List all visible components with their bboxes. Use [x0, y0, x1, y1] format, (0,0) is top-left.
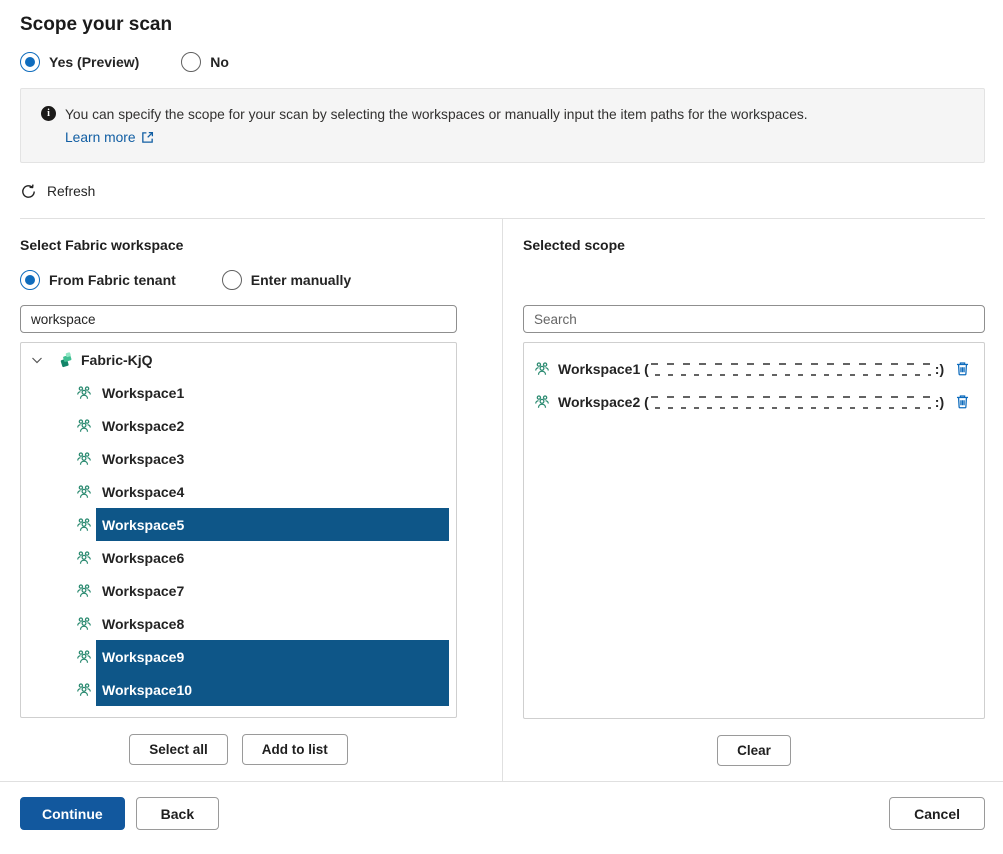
clear-button[interactable]: Clear [717, 735, 791, 766]
footer-bar: Continue Back Cancel [0, 781, 1003, 838]
workspace-group-icon [76, 649, 92, 665]
tree-item-label: Workspace5 [102, 517, 184, 533]
radio-no[interactable]: No [181, 52, 229, 72]
radio-from-fabric-tenant[interactable]: From Fabric tenant [20, 270, 176, 290]
tree-item-workspace4[interactable]: Workspace4 [21, 475, 456, 508]
workspace-group-icon [76, 451, 92, 467]
tree-item-label: Workspace2 [102, 418, 184, 434]
tree-item-workspace8[interactable]: Workspace8 [21, 607, 456, 640]
workspace-group-icon [76, 484, 92, 500]
left-panel-actions: Select all Add to list [20, 734, 457, 765]
tree-item-label: Workspace6 [102, 550, 184, 566]
tree-item-label: Workspace10 [102, 682, 192, 698]
redacted-workspace-id [651, 396, 933, 409]
workspace-tree: Fabric-KjQ Workspace1 Workspace2 Workspa… [20, 342, 457, 718]
radio-unselected-icon [222, 270, 242, 290]
learn-more-label: Learn more [65, 126, 136, 149]
radio-enter-manually[interactable]: Enter manually [222, 270, 351, 290]
learn-more-link[interactable]: Learn more [65, 126, 154, 149]
workspace-group-icon [534, 361, 550, 377]
workspace-group-icon [76, 385, 92, 401]
tree-item-label: Workspace1 [102, 385, 184, 401]
workspace-source-group: From Fabric tenant Enter manually [20, 270, 457, 290]
selected-scope-item-label: Workspace2 (:) [558, 394, 944, 410]
right-panel-heading: Selected scope [523, 237, 985, 253]
refresh-label: Refresh [47, 184, 95, 199]
radio-selected-icon [20, 270, 40, 290]
tree-item-label: Workspace4 [102, 484, 184, 500]
radio-yes-label: Yes (Preview) [49, 54, 139, 70]
redacted-workspace-id [651, 363, 933, 376]
refresh-button[interactable]: Refresh [20, 183, 95, 200]
workspace-group-icon [76, 682, 92, 698]
info-banner-message: You can specify the scope for your scan … [65, 103, 808, 126]
tree-root-fabric-tenant[interactable]: Fabric-KjQ [21, 343, 456, 376]
tree-item-workspace6[interactable]: Workspace6 [21, 541, 456, 574]
fabric-logo-icon [58, 352, 74, 368]
workspace-filter-input[interactable] [20, 305, 457, 333]
tree-item-workspace7[interactable]: Workspace7 [21, 574, 456, 607]
selected-scope-list: Workspace1 (:) Workspace2 (:) [523, 342, 985, 719]
selected-scope-panel: Selected scope Workspace1 (:) [503, 219, 985, 781]
selected-scope-item-workspace1[interactable]: Workspace1 (:) [524, 352, 984, 385]
radio-unselected-icon [181, 52, 201, 72]
workspace-group-icon [76, 517, 92, 533]
radio-yes-preview[interactable]: Yes (Preview) [20, 52, 139, 72]
continue-button[interactable]: Continue [20, 797, 125, 830]
workspace-group-icon [534, 394, 550, 410]
enter-manually-label: Enter manually [251, 272, 351, 288]
right-panel-actions: Clear [523, 735, 985, 766]
tree-item-label: Workspace9 [102, 649, 184, 665]
select-all-button[interactable]: Select all [129, 734, 228, 765]
left-panel-heading: Select Fabric workspace [20, 237, 457, 253]
delete-workspace2-button[interactable] [954, 393, 971, 410]
tree-item-workspace3[interactable]: Workspace3 [21, 442, 456, 475]
workspace-group-icon [76, 583, 92, 599]
cancel-button[interactable]: Cancel [889, 797, 985, 830]
from-fabric-tenant-label: From Fabric tenant [49, 272, 176, 288]
tree-item-label: Workspace8 [102, 616, 184, 632]
scope-scan-page: Scope your scan Yes (Preview) No You can… [0, 14, 1003, 781]
scope-toggle-group: Yes (Preview) No [20, 52, 985, 72]
chevron-down-icon[interactable] [29, 352, 45, 368]
select-workspace-panel: Select Fabric workspace From Fabric tena… [20, 219, 503, 781]
selected-scope-search-input[interactable] [523, 305, 985, 333]
tree-item-workspace9[interactable]: Workspace9 [21, 640, 456, 673]
refresh-icon [20, 183, 37, 200]
radio-selected-icon [20, 52, 40, 72]
trash-icon [954, 393, 971, 410]
workspace-group-icon [76, 550, 92, 566]
scan-scope-columns: Select Fabric workspace From Fabric tena… [20, 219, 985, 781]
tree-root-label: Fabric-KjQ [81, 352, 153, 368]
tree-item-label: Workspace7 [102, 583, 184, 599]
tree-item-label: Workspace3 [102, 451, 184, 467]
trash-icon [954, 360, 971, 377]
workspace-group-icon [76, 616, 92, 632]
tree-item-workspace5[interactable]: Workspace5 [21, 508, 456, 541]
selected-scope-item-workspace2[interactable]: Workspace2 (:) [524, 385, 984, 418]
info-banner: You can specify the scope for your scan … [20, 88, 985, 163]
page-title: Scope your scan [20, 14, 985, 36]
selected-scope-item-label: Workspace1 (:) [558, 361, 944, 377]
add-to-list-button[interactable]: Add to list [242, 734, 348, 765]
radio-no-label: No [210, 54, 229, 70]
delete-workspace1-button[interactable] [954, 360, 971, 377]
tree-item-workspace2[interactable]: Workspace2 [21, 409, 456, 442]
back-button[interactable]: Back [136, 797, 219, 830]
workspace-group-icon [76, 418, 92, 434]
external-link-icon [141, 131, 154, 144]
tree-item-workspace1[interactable]: Workspace1 [21, 376, 456, 409]
info-icon [41, 106, 56, 121]
tree-item-workspace10[interactable]: Workspace10 [21, 673, 456, 706]
